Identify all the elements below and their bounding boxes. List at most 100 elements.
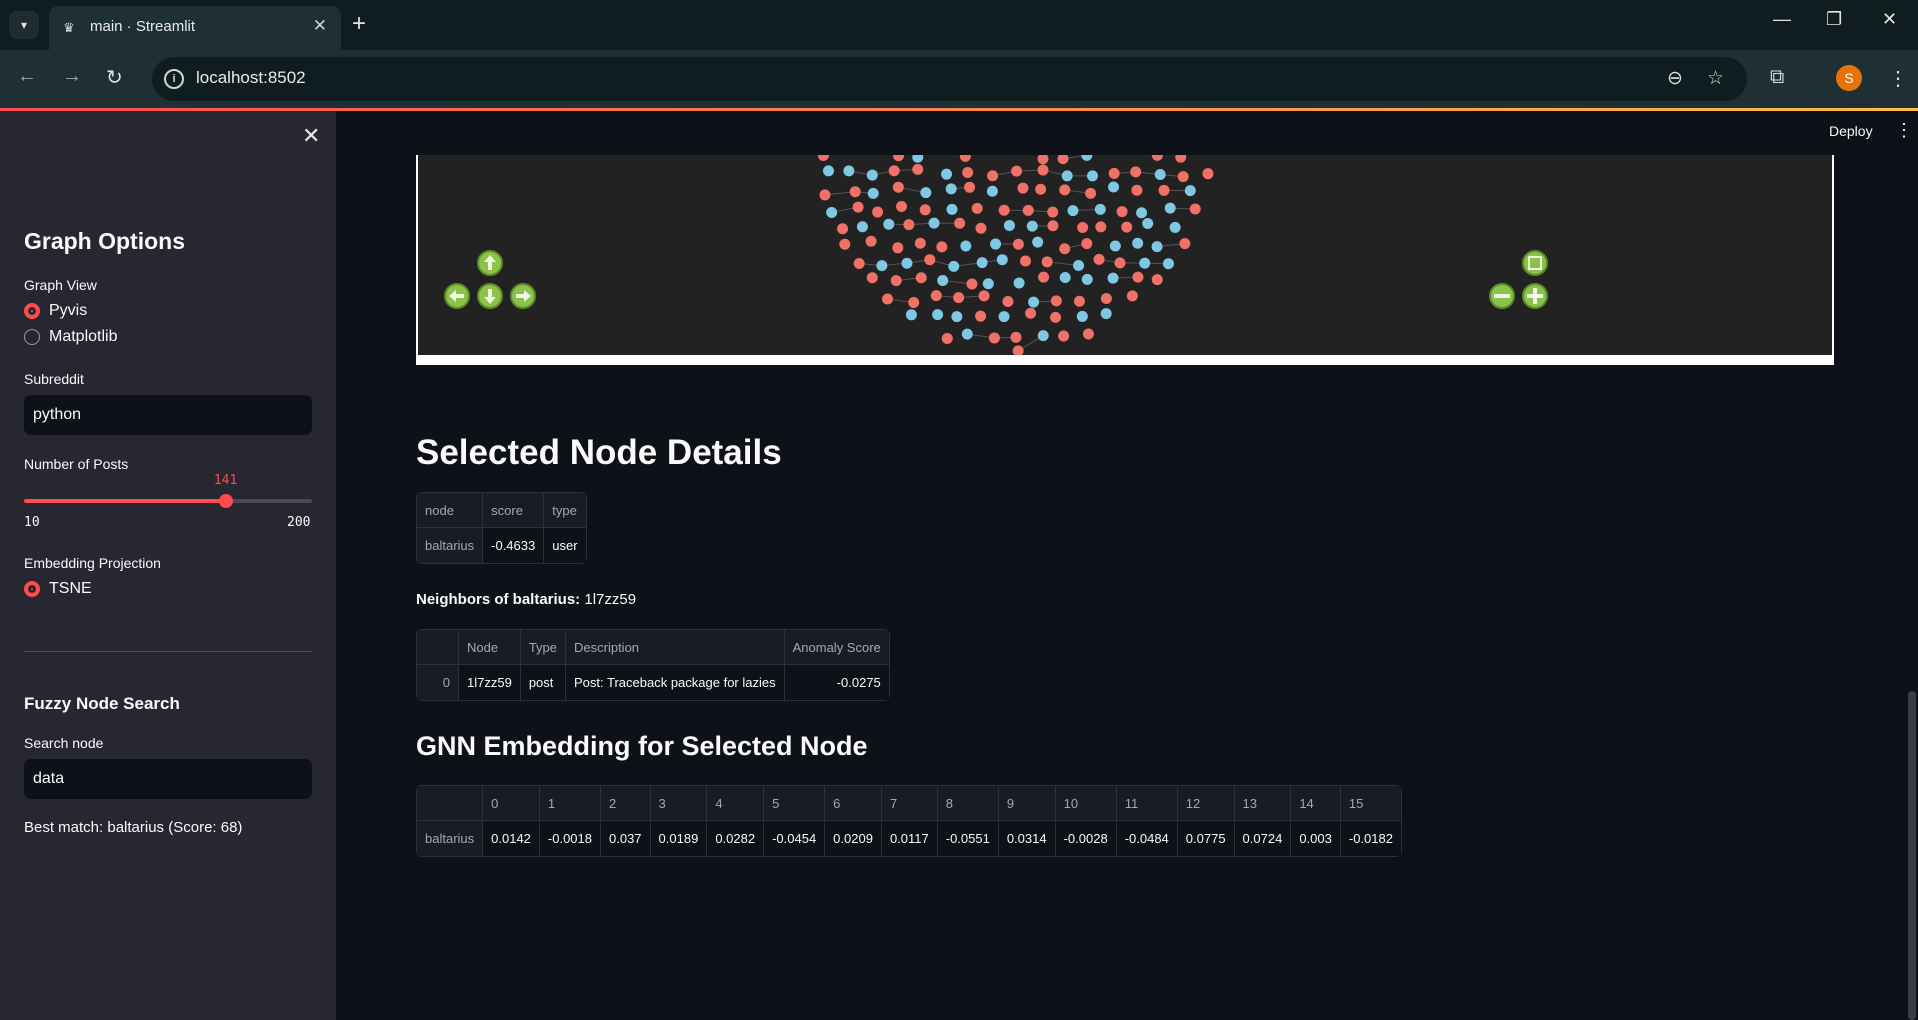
- graph-node[interactable]: [1081, 273, 1093, 285]
- posts-slider[interactable]: 141: [24, 473, 312, 508]
- slider-thumb[interactable]: [218, 494, 233, 508]
- graph-node[interactable]: [822, 165, 834, 177]
- graph-node[interactable]: [1179, 238, 1191, 250]
- graph-node[interactable]: [1107, 272, 1119, 284]
- profile-avatar[interactable]: S: [1836, 65, 1862, 91]
- forward-icon[interactable]: →: [62, 65, 82, 88]
- graph-node[interactable]: [1047, 206, 1059, 218]
- graph-node[interactable]: [996, 254, 1008, 266]
- graph-node[interactable]: [1047, 220, 1059, 232]
- graph-node[interactable]: [946, 203, 958, 215]
- graph-node[interactable]: [849, 186, 861, 198]
- column-header[interactable]: Node: [459, 630, 521, 665]
- graph-node[interactable]: [1081, 238, 1093, 250]
- graph-node[interactable]: [937, 274, 949, 286]
- column-header[interactable]: 0: [483, 786, 540, 821]
- reload-icon[interactable]: ↻: [106, 65, 123, 90]
- graph-svg[interactable]: [418, 149, 1832, 357]
- radio-pyvis[interactable]: Pyvis: [24, 302, 87, 320]
- graph-node[interactable]: [945, 183, 957, 195]
- graph-node[interactable]: [1002, 296, 1014, 308]
- graph-node[interactable]: [1151, 241, 1163, 253]
- graph-node[interactable]: [892, 242, 904, 254]
- graph-node[interactable]: [1010, 331, 1022, 343]
- network-graph[interactable]: [418, 149, 1832, 357]
- graph-node[interactable]: [941, 168, 953, 180]
- column-header[interactable]: 14: [1291, 786, 1341, 821]
- search-node-input[interactable]: data: [24, 759, 312, 799]
- graph-node[interactable]: [888, 165, 900, 177]
- graph-node[interactable]: [1151, 274, 1163, 286]
- graph-node[interactable]: [966, 278, 978, 290]
- address-bar[interactable]: i localhost:8502 ⊖ ☆: [152, 57, 1747, 101]
- graph-node[interactable]: [1058, 330, 1070, 342]
- graph-node[interactable]: [856, 221, 868, 233]
- graph-node[interactable]: [998, 204, 1010, 216]
- graph-node[interactable]: [990, 238, 1002, 250]
- graph-node[interactable]: [915, 272, 927, 284]
- graph-node[interactable]: [954, 217, 966, 229]
- column-header[interactable]: type: [544, 493, 586, 528]
- graph-node[interactable]: [1114, 257, 1126, 269]
- graph-node[interactable]: [883, 218, 895, 230]
- graph-node[interactable]: [912, 151, 924, 163]
- graph-node[interactable]: [1142, 217, 1154, 229]
- column-header[interactable]: [417, 786, 484, 821]
- graph-node[interactable]: [1151, 149, 1163, 161]
- graph-node[interactable]: [998, 311, 1010, 323]
- main-scrollbar[interactable]: [1908, 691, 1916, 1020]
- graph-node[interactable]: [1038, 271, 1050, 283]
- graph-node[interactable]: [1100, 308, 1112, 320]
- new-tab-icon[interactable]: +: [352, 10, 366, 38]
- nav-right-button[interactable]: [510, 283, 536, 309]
- graph-node[interactable]: [1011, 165, 1023, 177]
- column-header[interactable]: 4: [707, 786, 765, 821]
- browser-tab-active[interactable]: ♛ main · Streamlit ✕: [49, 6, 341, 50]
- main-menu-icon[interactable]: ⋮: [1895, 120, 1913, 141]
- graph-node[interactable]: [1077, 222, 1089, 234]
- graph-node[interactable]: [1132, 237, 1144, 249]
- graph-node[interactable]: [901, 257, 913, 269]
- graph-node[interactable]: [1037, 330, 1049, 342]
- graph-node[interactable]: [1012, 238, 1024, 250]
- column-header[interactable]: node: [417, 493, 484, 528]
- graph-node[interactable]: [1017, 182, 1029, 194]
- column-header[interactable]: 12: [1177, 786, 1235, 821]
- column-header[interactable]: 8: [937, 786, 999, 821]
- graph-node[interactable]: [872, 206, 884, 218]
- graph-node[interactable]: [1162, 258, 1174, 270]
- graph-node[interactable]: [852, 201, 864, 213]
- url-text[interactable]: localhost:8502: [196, 68, 306, 88]
- column-header[interactable]: 3: [650, 786, 708, 821]
- graph-node[interactable]: [1109, 240, 1121, 252]
- graph-node[interactable]: [908, 297, 920, 309]
- graph-node[interactable]: [1100, 292, 1112, 304]
- graph-node[interactable]: [936, 241, 948, 253]
- sidebar-close-icon[interactable]: ✕: [302, 123, 320, 149]
- graph-node[interactable]: [1037, 164, 1049, 176]
- graph-node[interactable]: [976, 257, 988, 269]
- radio-tsne[interactable]: TSNE: [24, 580, 92, 598]
- embedding-table[interactable]: 0 1 2 3 4 5 6 7 8 9 10 11 12 13 14 15 baltarius 0.0142 -0…: [416, 785, 1402, 857]
- graph-node[interactable]: [867, 187, 879, 199]
- window-close-icon[interactable]: ✕: [1882, 9, 1897, 30]
- column-header[interactable]: 9: [998, 786, 1056, 821]
- graph-node[interactable]: [1059, 272, 1071, 284]
- graph-node[interactable]: [890, 275, 902, 287]
- column-header[interactable]: 10: [1055, 786, 1117, 821]
- graph-node[interactable]: [1158, 184, 1170, 196]
- graph-node[interactable]: [1094, 203, 1106, 215]
- graph-node[interactable]: [953, 292, 965, 304]
- graph-node[interactable]: [1003, 219, 1015, 231]
- graph-node[interactable]: [1154, 168, 1166, 180]
- graph-node[interactable]: [1130, 166, 1142, 178]
- column-header[interactable]: 15: [1340, 786, 1401, 821]
- graph-node[interactable]: [928, 217, 940, 229]
- nav-up-button[interactable]: [477, 250, 503, 276]
- graph-node[interactable]: [948, 260, 960, 272]
- graph-node[interactable]: [971, 202, 983, 214]
- graph-node[interactable]: [978, 290, 990, 302]
- graph-node[interactable]: [896, 200, 908, 212]
- graph-node[interactable]: [1202, 168, 1214, 180]
- graph-node[interactable]: [866, 272, 878, 284]
